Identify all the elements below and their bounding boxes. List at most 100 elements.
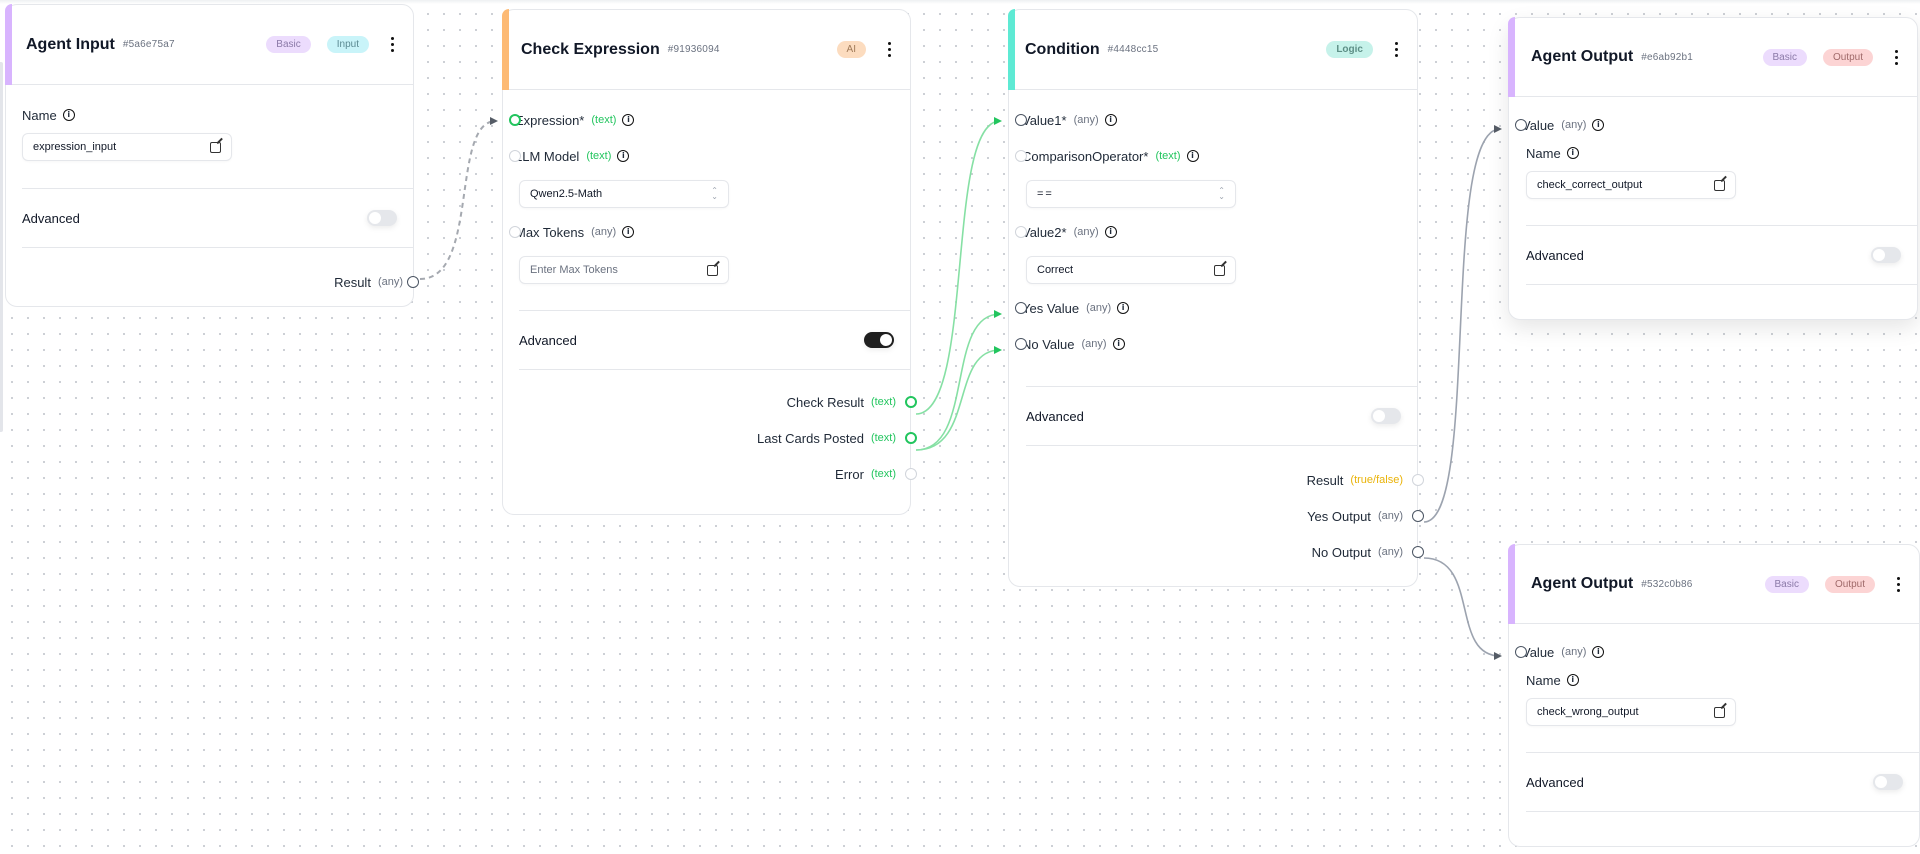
node-title: Agent Output [1531, 575, 1634, 592]
edge-lastcards-to-novalue[interactable] [915, 346, 1002, 451]
node-header[interactable]: Agent Input #5a6e75a7 Basic Input [5, 4, 413, 85]
input-handle-value1[interactable] [1015, 114, 1027, 126]
output-handle-last-cards-posted[interactable] [905, 432, 917, 444]
node-header[interactable]: Condition #4448cc15 Logic [1008, 9, 1417, 90]
node-agent-output-wrong[interactable]: Agent Output #532c0b86 Basic Output Valu… [1508, 544, 1920, 847]
advanced-toggle[interactable] [1871, 247, 1901, 263]
name-input[interactable] [1537, 179, 1714, 191]
node-id: #91936094 [667, 44, 720, 55]
name-input-box[interactable] [1526, 171, 1736, 199]
input-label: Yes Value [1022, 300, 1080, 316]
info-icon[interactable]: i [622, 226, 635, 238]
edit-icon[interactable] [210, 141, 221, 153]
edit-icon[interactable] [1714, 179, 1725, 191]
input-handle-value[interactable] [1515, 646, 1527, 658]
edit-icon[interactable] [707, 264, 718, 276]
node-id: #532c0b86 [1641, 578, 1693, 590]
operator-select[interactable]: == ⌃ ⌄ [1026, 180, 1236, 208]
info-icon[interactable]: i [617, 150, 630, 162]
input-label: Value1* [1022, 112, 1067, 128]
edge-nooutput-to-output2[interactable] [1423, 557, 1502, 660]
input-handle-llm-model[interactable] [509, 150, 521, 162]
badge-ai: AI [836, 41, 866, 58]
advanced-toggle[interactable] [367, 210, 397, 226]
output-type: (text) [870, 396, 896, 408]
advanced-toggle[interactable] [1371, 408, 1401, 424]
edge-lastcards-to-yesvalue[interactable] [915, 310, 1002, 451]
output-label: Result [1306, 472, 1344, 488]
input-handle-value[interactable] [1515, 119, 1527, 131]
advanced-toggle[interactable] [864, 332, 894, 348]
node-agent-input[interactable]: Agent Input #5a6e75a7 Basic Input Name i… [5, 4, 419, 307]
input-handle-yes-value[interactable] [1015, 302, 1027, 314]
info-icon[interactable]: i [622, 114, 635, 126]
output-row-yes-output: Yes Output (any) [1022, 498, 1424, 534]
input-handle-value2[interactable] [1015, 226, 1027, 238]
output-label: Check Result [786, 394, 864, 410]
output-handle-error[interactable] [905, 468, 917, 480]
divider [22, 247, 413, 248]
output-label: No Output [1311, 544, 1371, 560]
edge-yesoutput-to-output1[interactable] [1423, 125, 1502, 523]
input-handle-comparison-operator[interactable] [1015, 150, 1027, 162]
output-handle-yes-output[interactable] [1412, 510, 1424, 522]
info-icon[interactable]: i [1592, 119, 1605, 131]
input-row-value2: Value2* (any) i [1015, 214, 1417, 250]
output-handle-no-output[interactable] [1412, 546, 1424, 558]
input-handle-expression[interactable] [509, 114, 521, 126]
value2-input[interactable] [1037, 264, 1214, 276]
node-menu-kebab-icon[interactable] [383, 34, 401, 56]
node-menu-kebab-icon[interactable] [1387, 39, 1405, 61]
input-label: Max Tokens [515, 224, 585, 240]
value2-box[interactable] [1026, 256, 1236, 284]
output-handle-check-result[interactable] [905, 396, 917, 408]
info-icon[interactable]: i [1104, 114, 1117, 126]
input-row-value: Value (any) i [1515, 109, 1917, 141]
node-header[interactable]: Agent Output #532c0b86 Basic Output [1508, 544, 1919, 624]
edge-checkresult-to-value1[interactable] [915, 117, 1002, 415]
max-tokens-input[interactable] [530, 264, 707, 276]
node-menu-kebab-icon[interactable] [880, 39, 898, 61]
edit-icon[interactable] [1714, 706, 1725, 718]
name-label-row: Name i [22, 103, 413, 127]
output-type: (any) [1377, 546, 1403, 558]
node-accent-bar [502, 9, 509, 90]
node-menu-kebab-icon[interactable] [1887, 46, 1905, 68]
output-type: (any) [377, 276, 403, 288]
node-accent-bar [1008, 9, 1015, 90]
input-handle-max-tokens[interactable] [509, 226, 521, 238]
name-input-box[interactable] [22, 133, 232, 161]
input-row-comparison-operator: ComparisonOperator* (text) i [1015, 138, 1417, 174]
info-icon[interactable]: i [1186, 150, 1199, 162]
input-handle-no-value[interactable] [1015, 338, 1027, 350]
info-icon[interactable]: i [1566, 674, 1579, 686]
output-handle-result[interactable] [1412, 474, 1424, 486]
edit-icon[interactable] [1214, 264, 1225, 276]
output-row-error: Error (text) [515, 456, 917, 492]
node-menu-kebab-icon[interactable] [1889, 573, 1907, 595]
node-agent-output-correct[interactable]: Agent Output #e6ab92b1 Basic Output Valu… [1508, 17, 1918, 320]
badge-input: Input [326, 36, 369, 53]
info-icon[interactable]: i [1112, 338, 1125, 350]
name-input-box[interactable] [1526, 698, 1736, 726]
info-icon[interactable]: i [1592, 646, 1605, 658]
node-check-expression[interactable]: Check Expression #91936094 AI Expression… [502, 9, 917, 515]
node-condition[interactable]: Condition #4448cc15 Logic Value1* (any) … [1008, 9, 1424, 587]
side-panel-edge[interactable] [0, 62, 3, 432]
node-header[interactable]: Agent Output #e6ab92b1 Basic Output [1508, 17, 1917, 97]
output-handle-result[interactable] [407, 276, 419, 288]
advanced-row: Advanced [1022, 387, 1417, 445]
advanced-toggle[interactable] [1873, 774, 1903, 790]
max-tokens-box[interactable] [519, 256, 729, 284]
llm-model-select[interactable]: Qwen2.5-Math ⌃ ⌄ [519, 180, 729, 208]
info-icon[interactable]: i [1117, 302, 1130, 314]
divider [1526, 811, 1919, 812]
info-icon[interactable]: i [1104, 226, 1117, 238]
name-input[interactable] [1537, 706, 1714, 718]
edge-input-to-expression[interactable] [419, 117, 498, 280]
node-header[interactable]: Check Expression #91936094 AI [502, 9, 910, 90]
input-type: (any) [1081, 338, 1107, 350]
name-input[interactable] [33, 141, 210, 153]
info-icon[interactable]: i [1566, 147, 1579, 159]
info-icon[interactable]: i [62, 109, 75, 121]
